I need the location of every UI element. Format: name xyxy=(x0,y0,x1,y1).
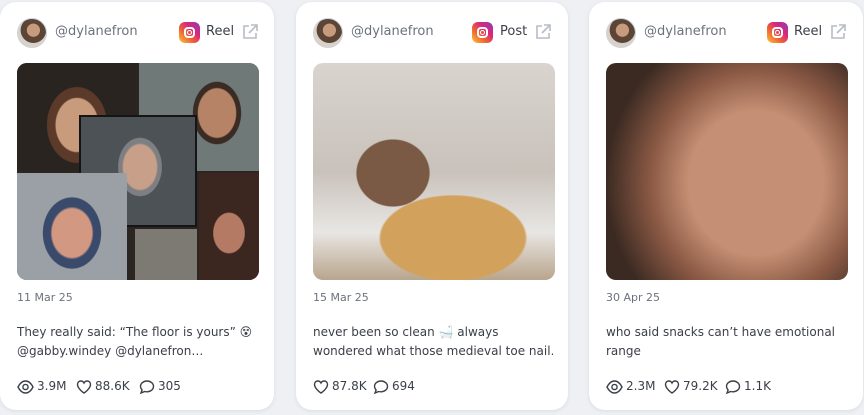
heart-icon xyxy=(313,380,329,394)
card-header: @dylanefron Post xyxy=(313,18,554,48)
account-handle[interactable]: @dylanefron xyxy=(351,24,434,39)
post-thumbnail[interactable] xyxy=(313,63,555,280)
post-card[interactable]: @dylanefron Post 15 Mar 25 never been so… xyxy=(296,2,568,410)
external-link-icon[interactable] xyxy=(241,23,259,41)
post-thumbnail[interactable] xyxy=(606,63,848,280)
views-stat: 2.3M xyxy=(606,378,666,396)
views-stat: 3.9M xyxy=(17,378,77,396)
comments-stat: 305 xyxy=(139,378,189,396)
post-caption: who said snacks can’t have emotional ran… xyxy=(606,323,846,361)
comments-count: 305 xyxy=(158,379,181,393)
heart-icon xyxy=(664,380,680,394)
eye-icon xyxy=(606,380,623,394)
comments-stat: 694 xyxy=(373,378,423,396)
post-type-label: Reel xyxy=(794,24,823,39)
eye-icon xyxy=(17,380,34,394)
views-count: 2.3M xyxy=(626,379,656,393)
post-type-label: Reel xyxy=(206,24,235,39)
post-caption: never been so clean 🛁 always wondered wh… xyxy=(313,323,553,361)
caption-line: @gabby.windey @dylanefron… xyxy=(17,344,204,358)
account-handle[interactable]: @dylanefron xyxy=(644,24,727,39)
caption-line: never been so clean 🛁 always xyxy=(313,325,499,339)
comment-icon xyxy=(725,380,741,395)
avatar[interactable] xyxy=(313,18,343,48)
post-caption: They really said: “The floor is yours” 😵… xyxy=(17,323,257,361)
comment-icon xyxy=(139,380,155,395)
caption-line: who said snacks can’t have emotional xyxy=(606,325,836,339)
post-card[interactable]: @dylanefron Reel 11 Mar 25 They really s… xyxy=(0,2,274,410)
post-card[interactable]: @dylanefron Reel 30 Apr 25 who said snac… xyxy=(589,2,863,410)
card-header: @dylanefron Reel xyxy=(17,18,260,48)
likes-count: 88.6K xyxy=(95,379,130,393)
likes-stat: 87.8K xyxy=(313,378,373,396)
post-thumbnail[interactable] xyxy=(17,63,259,280)
comments-count: 694 xyxy=(392,379,415,393)
post-date: 11 Mar 25 xyxy=(17,291,73,304)
comments-stat: 1.1K xyxy=(725,378,775,396)
comments-count: 1.1K xyxy=(744,379,771,393)
external-link-icon[interactable] xyxy=(534,23,552,41)
post-date: 15 Mar 25 xyxy=(313,291,369,304)
views-count: 3.9M xyxy=(37,379,67,393)
likes-stat: 88.6K xyxy=(76,378,136,396)
instagram-icon xyxy=(472,22,493,43)
caption-line: They really said: “The floor is yours” 😵 xyxy=(17,325,253,339)
card-header: @dylanefron Reel xyxy=(606,18,849,48)
heart-icon xyxy=(76,380,92,394)
comment-icon xyxy=(373,380,389,395)
instagram-icon xyxy=(767,22,788,43)
external-link-icon[interactable] xyxy=(829,23,847,41)
caption-line: wondered what those medieval toe nail… xyxy=(313,344,553,358)
avatar[interactable] xyxy=(606,18,636,48)
account-handle[interactable]: @dylanefron xyxy=(55,24,138,39)
caption-line: range xyxy=(606,344,641,358)
likes-count: 87.8K xyxy=(332,379,367,393)
likes-count: 79.2K xyxy=(683,379,718,393)
post-type-label: Post xyxy=(500,24,528,39)
avatar[interactable] xyxy=(17,18,47,48)
post-date: 30 Apr 25 xyxy=(606,291,661,304)
likes-stat: 79.2K xyxy=(664,378,724,396)
instagram-icon xyxy=(179,22,200,43)
